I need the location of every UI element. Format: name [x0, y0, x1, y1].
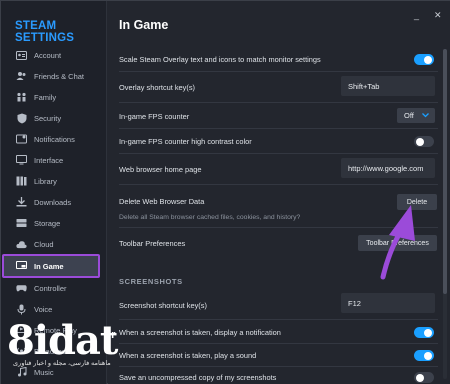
watermark-logo: 8idat: [7, 317, 118, 364]
setting-label: Save an uncompressed copy of my screensh…: [119, 373, 277, 382]
sidebar-item-library[interactable]: Library: [4, 171, 100, 191]
annotation-arrow-icon: [380, 205, 415, 280]
cloud-icon: [16, 239, 27, 250]
toggle-knob: [416, 137, 424, 146]
divider: [119, 128, 438, 129]
toggle-knob: [424, 351, 432, 360]
close-button[interactable]: ✕: [434, 10, 442, 21]
divider: [119, 343, 438, 344]
browser-home-field[interactable]: http://www.google.com: [341, 158, 435, 178]
sidebar-item-controller[interactable]: Controller: [4, 278, 100, 298]
setting-label: Scale Steam Overlay text and icons to ma…: [119, 55, 321, 64]
toggle-knob: [424, 328, 432, 337]
friends-icon: [16, 71, 27, 82]
screenshot-sound-toggle[interactable]: [414, 350, 434, 361]
music-icon: [16, 367, 27, 378]
divider: [119, 184, 438, 185]
chevron-down-icon: [422, 111, 429, 120]
notifications-icon: [16, 134, 27, 145]
sidebar-item-label: Security: [34, 113, 62, 123]
sidebar-item-label: Cloud: [34, 239, 54, 249]
setting-label: Screenshot shortcut key(s): [119, 301, 207, 310]
account-card-icon: [16, 50, 27, 61]
setting-label: Overlay shortcut key(s): [119, 83, 195, 92]
storage-icon: [16, 218, 27, 229]
sidebar-item-account[interactable]: Account: [4, 45, 100, 65]
sidebar-item-label: Voice: [34, 304, 53, 314]
download-icon: [16, 197, 27, 208]
monitor-icon: [16, 155, 27, 166]
overlay-shortcut-field[interactable]: Shift+Tab: [341, 76, 435, 96]
setting-label: Web browser home page: [119, 165, 202, 174]
setting-label: Delete Web Browser Data: [119, 197, 205, 206]
steam-settings-window: STEAM SETTINGS Account Friends & Chat Fa…: [0, 0, 450, 384]
sidebar-item-label: Friends & Chat: [34, 71, 85, 81]
dropdown-value: Off: [404, 111, 414, 120]
sidebar-item-label: Notifications: [34, 134, 75, 144]
divider: [119, 366, 438, 367]
divider: [119, 319, 438, 320]
sidebar-item-label: Account: [34, 50, 62, 60]
settings-main-panel: In Game _ ✕ Scale Steam Overlay text and…: [108, 1, 450, 384]
fps-counter-dropdown[interactable]: Off: [397, 108, 435, 123]
sidebar-item-label: Family: [34, 92, 57, 102]
sidebar-item-label: Library: [34, 176, 57, 186]
sidebar-item-downloads[interactable]: Downloads: [4, 192, 100, 212]
screenshot-uncompressed-toggle[interactable]: [414, 372, 434, 383]
sidebar-item-label: In Game: [34, 261, 64, 271]
divider: [119, 71, 438, 72]
watermark: 8idat .ir ماهنامه فارسی، مجله و اخبار فن…: [7, 317, 118, 368]
scrollbar-thumb[interactable]: [443, 49, 447, 294]
sidebar-item-label: Interface: [34, 155, 64, 165]
family-icon: [16, 92, 27, 103]
sidebar-item-in-game[interactable]: In Game: [2, 254, 100, 278]
app-brand-title: STEAM SETTINGS: [15, 20, 75, 44]
library-icon: [16, 176, 27, 187]
page-title: In Game: [119, 18, 169, 32]
divider: [119, 153, 438, 154]
watermark-tld: .ir: [105, 329, 116, 341]
sidebar-item-label: Music: [34, 367, 54, 377]
in-game-icon: [16, 261, 27, 272]
sidebar-item-storage[interactable]: Storage: [4, 213, 100, 233]
screenshot-notify-toggle[interactable]: [414, 327, 434, 338]
sidebar-item-label: Controller: [34, 283, 67, 293]
section-title-screenshots: SCREENSHOTS: [119, 277, 183, 286]
sidebar-item-voice[interactable]: Voice: [4, 299, 100, 319]
sidebar-item-cloud[interactable]: Cloud: [4, 234, 100, 254]
minimize-button[interactable]: _: [414, 10, 419, 20]
setting-label: Toolbar Preferences: [119, 239, 186, 248]
toggle-knob: [424, 55, 432, 64]
sidebar-item-security[interactable]: Security: [4, 108, 100, 128]
divider: [119, 102, 438, 103]
setting-label: In-game FPS counter high contrast color: [119, 137, 252, 146]
controller-icon: [16, 283, 27, 294]
sidebar-item-notifications[interactable]: Notifications: [4, 129, 100, 149]
setting-label: In-game FPS counter: [119, 112, 190, 121]
toggle-knob: [416, 373, 424, 382]
sidebar-item-friends-chat[interactable]: Friends & Chat: [4, 66, 100, 86]
delete-browser-data-description: Delete all Steam browser cached files, c…: [119, 214, 301, 221]
settings-scrollbar[interactable]: [443, 49, 447, 379]
fps-high-contrast-toggle[interactable]: [414, 136, 434, 147]
microphone-icon: [16, 304, 27, 315]
setting-label: When a screenshot is taken, play a sound: [119, 351, 257, 360]
sidebar-item-label: Storage: [34, 218, 61, 228]
shield-icon: [16, 113, 27, 124]
sidebar-item-family[interactable]: Family: [4, 87, 100, 107]
scale-overlay-toggle[interactable]: [414, 54, 434, 65]
sidebar-item-label: Downloads: [34, 197, 72, 207]
sidebar-item-interface[interactable]: Interface: [4, 150, 100, 170]
screenshot-shortcut-field[interactable]: F12: [341, 293, 435, 313]
setting-label: When a screenshot is taken, display a no…: [119, 328, 281, 337]
watermark-tagline: ماهنامه فارسی، مجله و اخبار فناوری: [13, 360, 111, 367]
